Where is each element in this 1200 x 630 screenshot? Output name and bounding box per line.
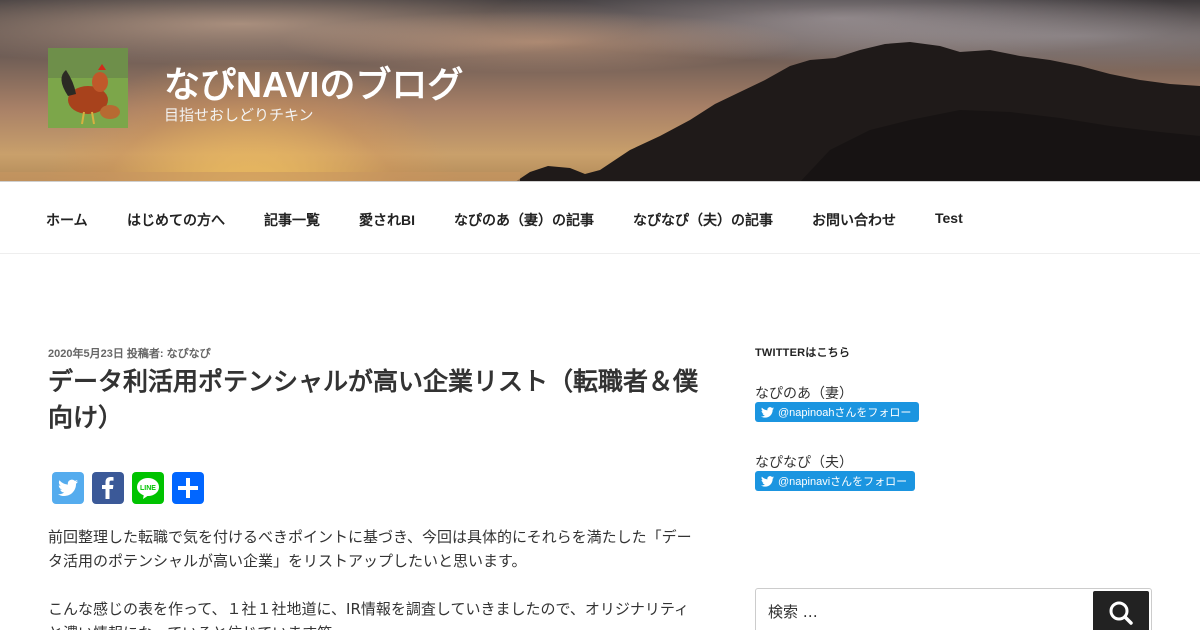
site-description: 目指せおしどりチキン [164, 106, 314, 124]
site-header: なぴNAVIのブログ 目指せおしどりチキン [0, 0, 1200, 182]
search-input[interactable] [768, 603, 1068, 621]
search-button[interactable] [1093, 591, 1149, 630]
share-icon [172, 472, 204, 504]
twitter-widget-title: TWITTERはこちら [755, 347, 851, 359]
twitter-account-label: なぴなぴ（夫） [755, 455, 853, 471]
nav-item-napinoa-posts[interactable]: なぴのあ（妻）の記事 [454, 210, 594, 230]
follow-button-label: @napinaviさんをフォロー [778, 476, 908, 488]
follow-button-label: @napinoahさんをフォロー [778, 407, 912, 419]
nav-item-articles[interactable]: 記事一覧 [264, 210, 320, 230]
line-icon: LINE [132, 472, 164, 504]
nav-item-home[interactable]: ホーム [46, 210, 88, 230]
post-title: データ利活用ポテンシャルが高い企業リスト（転職者＆僕向け） [48, 368, 699, 432]
twitter-follow-button[interactable]: @napinoahさんをフォロー [755, 402, 920, 422]
twitter-follow-button[interactable]: @napinaviさんをフォロー [755, 471, 916, 491]
post-author[interactable]: なぴなぴ [167, 348, 211, 360]
post-date[interactable]: 2020年5月23日 [48, 348, 124, 360]
twitter-bird-icon [761, 406, 774, 418]
share-facebook-button[interactable] [92, 472, 124, 504]
share-more-button[interactable] [172, 472, 204, 504]
search-icon [1109, 601, 1133, 625]
post-author-prefix: 投稿者: [126, 348, 164, 360]
twitter-account-label: なぴのあ（妻） [755, 386, 853, 402]
twitter-bird-icon [761, 475, 774, 487]
share-line-button[interactable]: LINE [132, 472, 164, 504]
share-twitter-button[interactable] [52, 472, 84, 504]
nav-item-aisare-bi[interactable]: 愛されBI [359, 210, 415, 230]
svg-text:LINE: LINE [140, 485, 156, 492]
post-meta: 2020年5月23日 投稿者: なぴなぴ [48, 345, 211, 361]
facebook-icon [92, 472, 124, 504]
nav-item-test[interactable]: Test [935, 210, 963, 226]
site-title[interactable]: なぴNAVIのブログ [164, 56, 463, 108]
site-logo[interactable] [48, 48, 128, 128]
twitter-icon [52, 472, 84, 504]
nav-item-contact[interactable]: お問い合わせ [812, 210, 896, 230]
nav-item-napinapi-posts[interactable]: なぴなぴ（夫）の記事 [633, 210, 773, 230]
rooster-logo-image [48, 48, 128, 128]
post-paragraph: 前回整理した転職で気を付けるべきポイントに基づき、今回は具体的にそれらを満たした… [48, 528, 692, 570]
post-paragraph: こんな感じの表を作って、１社１社地道に、IR情報を調査していきましたので、オリジ… [48, 600, 689, 630]
main-navigation: ホーム はじめての方へ 記事一覧 愛されBI なぴのあ（妻）の記事 なぴなぴ（夫… [0, 182, 1200, 254]
nav-item-first-time[interactable]: はじめての方へ [127, 210, 225, 230]
